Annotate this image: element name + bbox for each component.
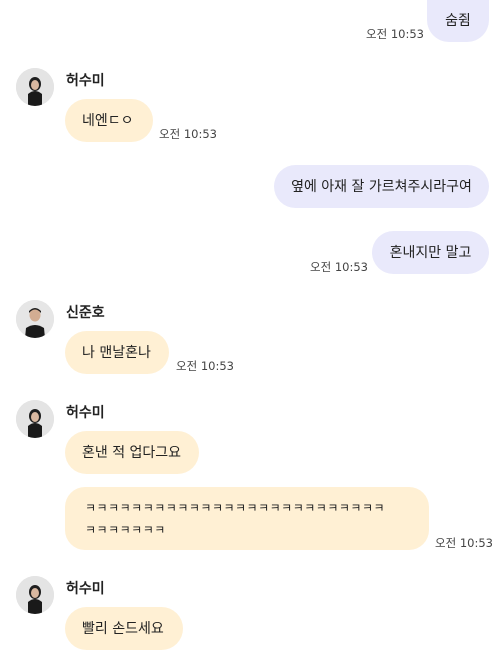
message-text-line-1: ㅋㅋㅋㅋㅋㅋㅋㅋㅋㅋㅋㅋㅋㅋㅋㅋㅋㅋㅋㅋㅋㅋㅋㅋㅋㅋ — [85, 501, 386, 515]
sender-name: 허수미 — [66, 581, 105, 597]
profile-photo-icon — [16, 300, 54, 338]
message-text-line-2: ㅋㅋㅋㅋㅋㅋㅋ — [85, 523, 166, 537]
message-text: 옆에 아재 잘 가르쳐주시라구여 — [291, 178, 472, 195]
message-text: 빨리 손드세요 — [82, 620, 164, 637]
sender-name: 허수미 — [66, 73, 105, 89]
message-time: 오전 10:53 — [310, 260, 368, 274]
message-text: 숨쥠 — [445, 13, 471, 29]
profile-photo-icon — [16, 68, 54, 106]
my-message-bubble[interactable]: 숨쥠 — [427, 0, 489, 42]
avatar[interactable] — [16, 576, 54, 614]
message-time: 오전 10:53 — [435, 536, 493, 550]
message-text: 나 맨날혼나 — [82, 344, 151, 361]
their-message-bubble[interactable]: 나 맨날혼나 — [65, 331, 169, 374]
sender-name: 신준호 — [66, 305, 105, 321]
their-message-bubble[interactable]: 빨리 손드세요 — [65, 607, 183, 650]
profile-photo-icon — [16, 576, 54, 614]
message-text: 혼내지만 말고 — [389, 244, 472, 261]
message-text: 혼낸 적 업다그요 — [82, 444, 182, 461]
profile-photo-icon — [16, 400, 54, 438]
message-time: 오전 10:53 — [176, 359, 234, 373]
message-time: 오전 10:53 — [366, 27, 424, 41]
message-time: 오전 10:53 — [159, 127, 217, 141]
their-message-bubble[interactable]: ㅋㅋㅋㅋㅋㅋㅋㅋㅋㅋㅋㅋㅋㅋㅋㅋㅋㅋㅋㅋㅋㅋㅋㅋㅋㅋ ㅋㅋㅋㅋㅋㅋㅋ — [65, 487, 429, 550]
avatar[interactable] — [16, 68, 54, 106]
my-message-bubble[interactable]: 옆에 아재 잘 가르쳐주시라구여 — [274, 165, 489, 208]
their-message-bubble[interactable]: 혼낸 적 업다그요 — [65, 431, 199, 474]
their-message-bubble[interactable]: 네엔ㄷㅇ — [65, 99, 153, 142]
sender-name: 허수미 — [66, 405, 105, 421]
message-text: 네엔ㄷㅇ — [82, 112, 134, 129]
my-message-bubble[interactable]: 혼내지만 말고 — [372, 231, 489, 274]
avatar[interactable] — [16, 300, 54, 338]
avatar[interactable] — [16, 400, 54, 438]
